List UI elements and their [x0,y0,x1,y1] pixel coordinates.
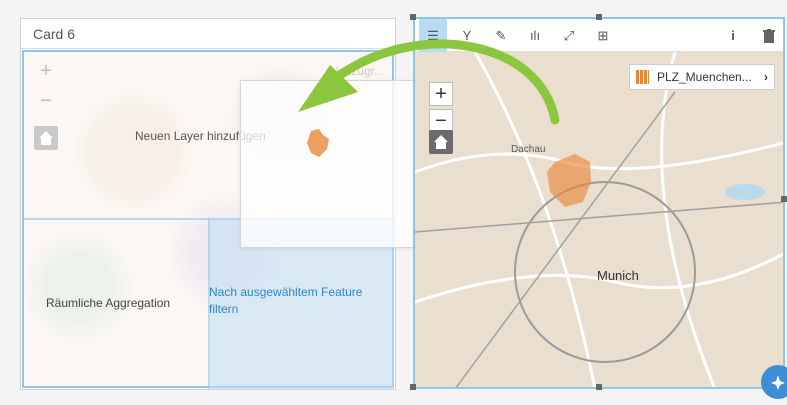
resize-handle[interactable] [781,196,787,202]
trash-icon[interactable] [755,19,783,52]
drop-zone-spatial-aggregation[interactable]: Räumliche Aggregation [46,295,170,312]
drop-zone-filter-label[interactable]: Nach ausgewähltem Feature filtern [209,284,379,318]
place-label-munich: Munich [597,268,639,283]
home-icon[interactable] [429,130,453,154]
chevron-right-icon[interactable]: › [764,70,768,84]
zoom-in-button[interactable]: + [34,60,58,84]
drag-arrow-icon [298,39,560,125]
resize-handle[interactable] [410,384,416,390]
info-icon[interactable]: i [719,19,747,52]
place-label-dachau: Dachau [511,144,546,155]
floating-action-button[interactable] [761,365,787,399]
home-icon[interactable] [34,126,58,150]
resize-handle[interactable] [596,14,602,20]
legend-swatch-icon [636,70,649,84]
layer-legend[interactable]: PLZ_Muenchen... › [629,64,775,90]
app-root: Card 6 + − Nezzugr... Neuen Layer hinzuf… [0,0,787,405]
legend-layer-name: PLZ_Muenchen... [657,70,752,84]
tool-icon [771,375,785,390]
dragged-feature-shape [307,129,329,157]
add-card-icon[interactable]: ⊞ [589,19,617,52]
zoom-out-button[interactable]: − [34,90,58,114]
resize-handle[interactable] [596,384,602,390]
